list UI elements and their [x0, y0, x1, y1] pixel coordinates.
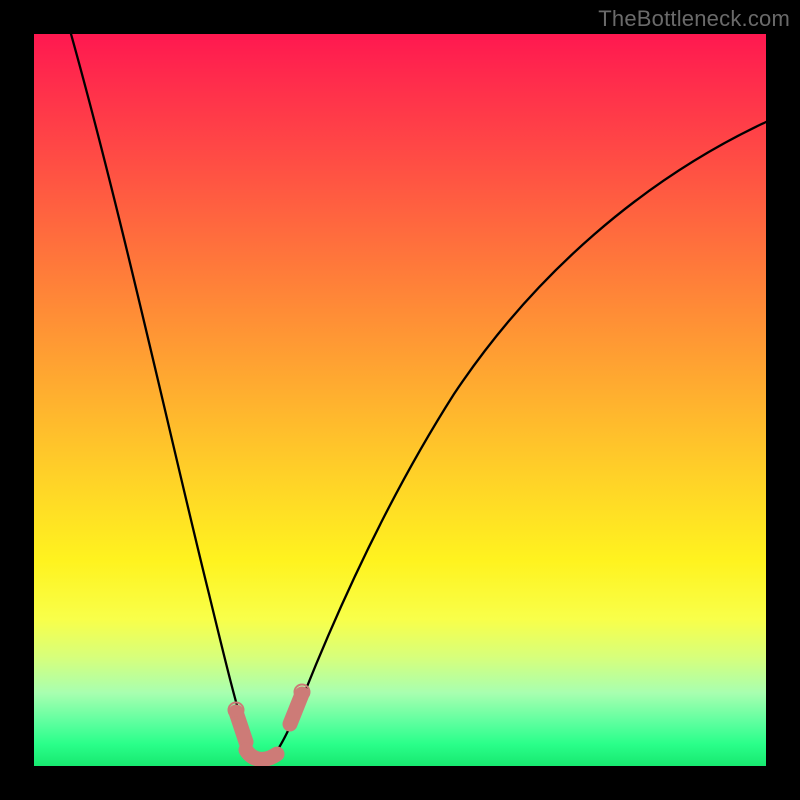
plot-area	[34, 34, 766, 766]
highlight-markers	[235, 691, 303, 759]
bottleneck-curve-path	[71, 34, 766, 762]
chart-frame: TheBottleneck.com	[0, 0, 800, 800]
curve-overlay	[34, 34, 766, 766]
watermark-text: TheBottleneck.com	[598, 6, 790, 32]
